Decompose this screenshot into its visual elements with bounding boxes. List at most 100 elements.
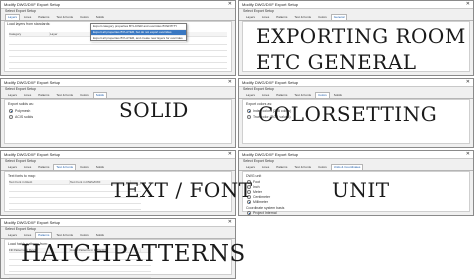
tab-lines[interactable]: Lines [21,92,34,98]
radio-acis[interactable] [9,115,13,119]
dialog-title: Modify DWG/DXF Export Setup [242,152,299,157]
dialog-title: Modify DWG/DXF Export Setup [4,152,61,157]
tab-strip: Layers Lines Patterns Text & Fonts Color… [239,164,473,171]
tab-patterns[interactable]: Patterns [273,14,290,20]
dialog-title: Modify DWG/DXF Export Setup [4,220,61,225]
tab-text-fonts[interactable]: Text & Fonts [291,164,314,170]
dialog-titlebar: Modify DWG/DXF Export Setup ✕ [239,151,473,159]
tab-colors[interactable]: Colors [77,164,92,170]
table-row[interactable] [9,204,141,210]
tab-lines[interactable]: Lines [21,232,34,238]
close-icon[interactable]: ✕ [228,219,232,226]
tab-solids[interactable]: Solids [93,164,107,170]
tab-layers[interactable]: Layers [5,232,20,238]
tab-colors[interactable]: Colors [77,232,92,238]
acis-label: ACIS solids [15,115,34,119]
close-icon[interactable]: ✕ [228,151,232,158]
tab-text-fonts[interactable]: Text & Fonts [53,164,77,170]
tab-colors[interactable]: Colors [77,92,92,98]
tab-strip: Layers Lines Patterns Text & Fonts Color… [239,14,473,21]
radio-true-color[interactable] [247,115,251,119]
close-icon[interactable]: ✕ [228,1,232,8]
tab-strip: Layers Lines Patterns Text & Fonts Color… [1,232,235,239]
radio-project-internal[interactable] [247,211,251,215]
polymesh-label: Polymesh [15,109,31,113]
tab-text-fonts[interactable]: Text & Fonts [53,232,76,238]
tab-text-fonts[interactable]: Text & Fonts [291,14,314,20]
dialog-title: Modify DWG/DXF Export Setup [4,2,61,7]
dialog-titlebar: Modify DWG/DXF Export Setup ✕ [239,1,473,9]
col-category: Category [9,32,50,37]
tab-layers[interactable]: Layers [243,164,258,170]
solids-content: Export solids as: Polymesh ACIS solids [4,99,232,144]
table-row[interactable] [9,272,151,278]
tab-colors[interactable]: Colors [315,14,330,20]
tab-layers[interactable]: Layers [5,14,21,20]
radio-polymesh[interactable] [9,109,13,113]
tab-solids[interactable]: Solids [93,232,107,238]
tab-patterns[interactable]: Patterns [35,232,53,238]
tab-patterns[interactable]: Patterns [273,92,290,98]
close-icon[interactable]: ✕ [228,79,232,86]
tab-colors[interactable]: Colors [315,164,330,170]
layers-content: Load layers from standards: Category Lay… [4,21,232,72]
caption-hatch-patterns: HATCHPATTERNS [21,241,246,267]
tab-solids[interactable]: Solids [331,92,345,98]
meter-label: Meter [253,190,262,194]
tab-solids[interactable]: Solids [92,92,107,98]
caption-color-setting: COLORSETTING [258,102,438,126]
tab-text-fonts[interactable]: Text & Fonts [53,92,76,98]
dropdown-item[interactable]: Export all properties BYLAYER, and creat… [91,36,186,42]
tab-colors[interactable]: Colors [315,92,330,98]
tab-strip: Layers Lines Patterns Text & Fonts Color… [1,92,235,99]
inch-label: Inch [253,185,260,189]
col-layer: Layer [50,32,91,37]
caption-exporting-room: EXPORTING ROOM [256,24,466,48]
tab-units[interactable]: Units & Coordinates [330,164,364,170]
caption-unit: UNIT [332,178,390,202]
centimeter-label: Centimeter [253,195,271,199]
caption-etc-general: ETC GENERAL [256,50,417,74]
close-icon[interactable]: ✕ [466,1,470,8]
tab-solids[interactable]: Solids [93,14,107,20]
tab-patterns[interactable]: Patterns [273,164,290,170]
solids-dialog: Modify DWG/DXF Export Setup ✕ Select Exp… [0,78,236,148]
tab-patterns[interactable]: Patterns [35,92,52,98]
dialog-title: Modify DWG/DXF Export Setup [242,80,299,85]
tab-strip: Layers Lines Patterns Text & Fonts Color… [1,14,235,21]
project-internal-label: Project Internal [253,211,277,215]
text-fonts-label: Text fonts to map: [8,174,36,178]
tab-text-fonts[interactable]: Text & Fonts [291,92,314,98]
close-icon[interactable]: ✕ [466,79,470,86]
tab-text-fonts[interactable]: Text & Fonts [53,14,76,20]
tab-patterns[interactable]: Patterns [35,164,52,170]
tab-colors[interactable]: Colors [77,14,92,20]
tab-layers[interactable]: Layers [243,14,258,20]
tab-lines[interactable]: Lines [259,14,272,20]
caption-solid: SOLID [119,98,189,122]
tab-layers[interactable]: Layers [5,164,20,170]
close-icon[interactable]: ✕ [466,151,470,158]
tab-lines[interactable]: Lines [259,92,272,98]
dialog-titlebar: Modify DWG/DXF Export Setup ✕ [1,219,235,227]
caption-text-font: TEXT / FONT [111,178,253,202]
tab-layers[interactable]: Layers [5,92,20,98]
tab-patterns[interactable]: Patterns [35,14,52,20]
radio-index-colors[interactable] [247,109,251,113]
tab-lines[interactable]: Lines [21,164,34,170]
solids-label: Export solids as: [8,102,34,106]
tab-general[interactable]: General [330,14,348,20]
dialog-titlebar: Modify DWG/DXF Export Setup ✕ [1,79,235,87]
dialog-titlebar: Modify DWG/DXF Export Setup ✕ [1,1,235,9]
layers-dialog: Modify DWG/DXF Export Setup ✕ Select Exp… [0,0,236,76]
coord-system-label: Coordinate system basis [246,206,285,210]
tab-strip: Layers Lines Patterns Text & Fonts Color… [239,92,473,99]
millimeter-label: Millimeter [253,200,268,204]
tab-lines[interactable]: Lines [21,14,34,20]
table-row[interactable] [9,63,227,69]
dialog-title: Modify DWG/DXF Export Setup [242,2,299,7]
tab-lines[interactable]: Lines [259,164,272,170]
tab-layers[interactable]: Layers [243,92,258,98]
export-options-dropdown[interactable]: Export category properties BYLAYER and o… [90,23,187,42]
col-revit-font: Text Font in Revit [9,180,70,185]
